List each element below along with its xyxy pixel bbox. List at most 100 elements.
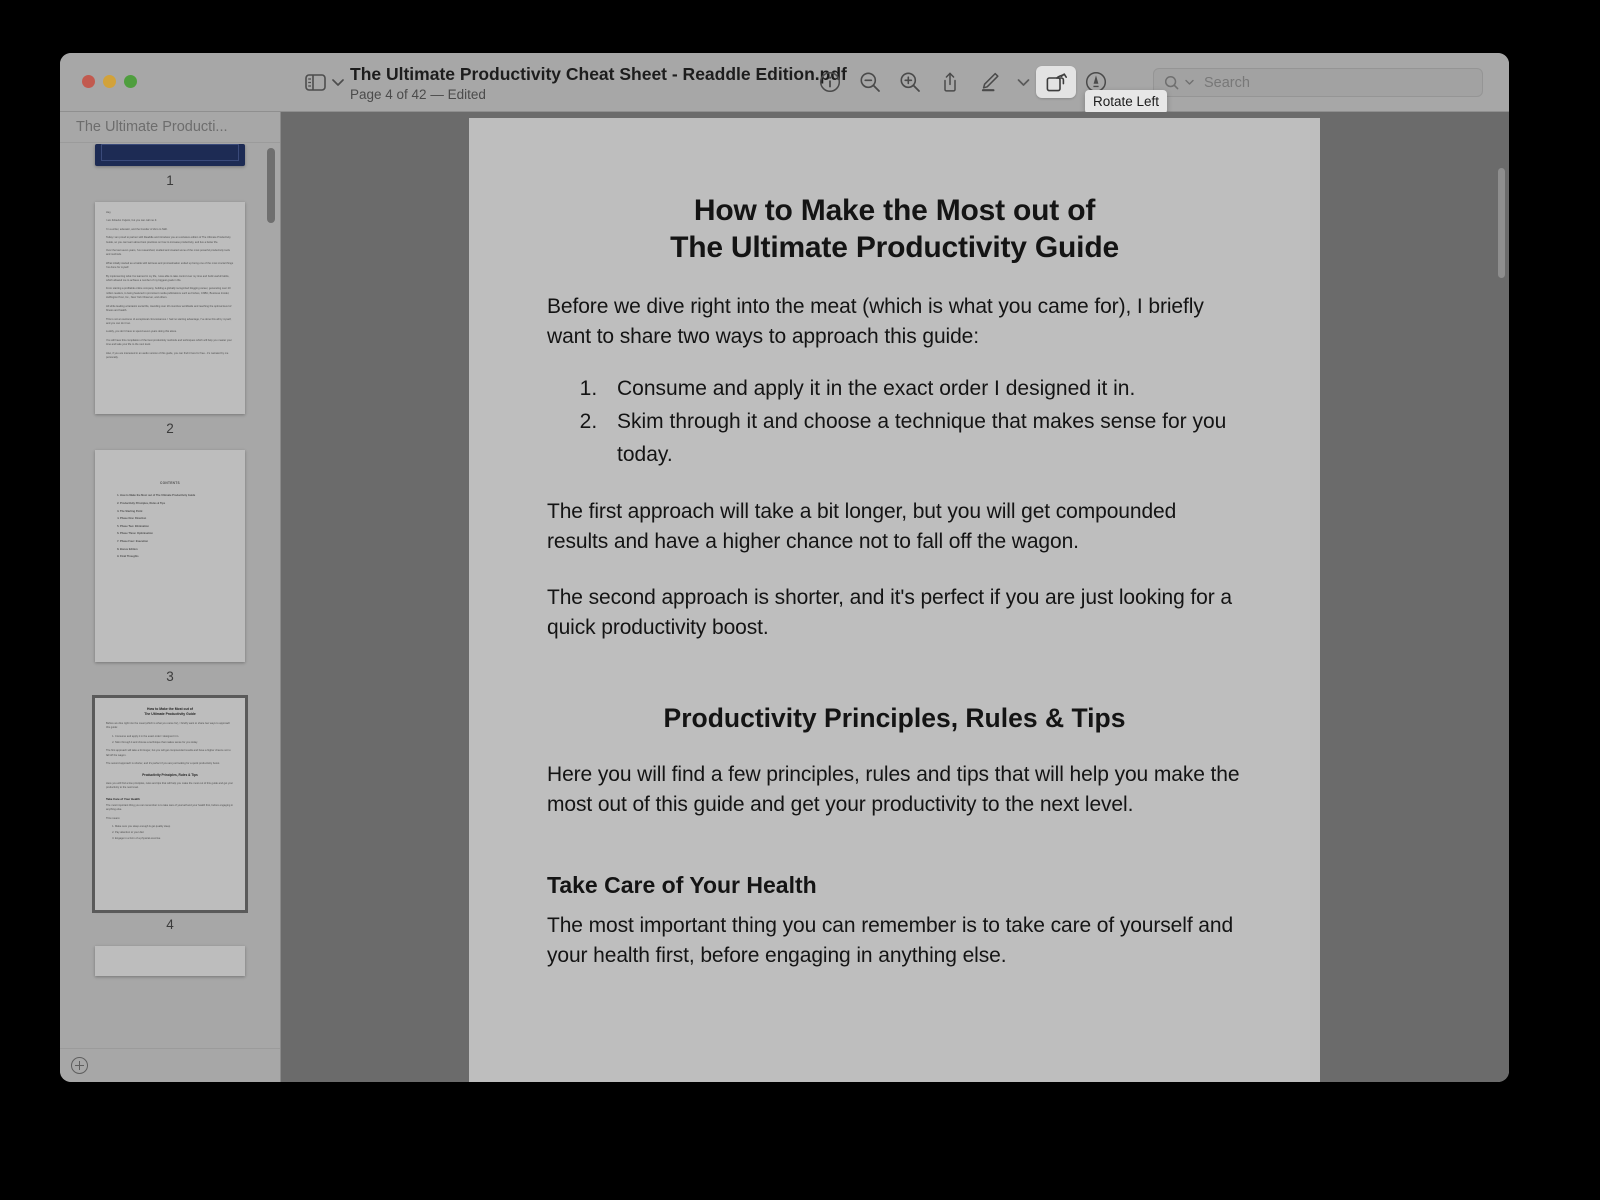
thumbnail-page-1[interactable]: 1: [60, 144, 280, 202]
preview-window: The Ultimate Productivity Cheat Sheet - …: [60, 53, 1509, 1082]
approach-item: Consume and apply it in the exact order …: [603, 372, 1242, 405]
thumbnail-image: [95, 144, 245, 166]
share-icon: [939, 71, 961, 93]
close-button[interactable]: [82, 75, 95, 88]
approach-list: Consume and apply it in the exact order …: [603, 372, 1242, 471]
share-button[interactable]: [930, 66, 970, 98]
tooltip: Rotate Left: [1085, 90, 1168, 114]
search-scope-chevron-icon[interactable]: [1185, 79, 1194, 86]
mini-letter-line: Also, if you are interested in an audio …: [106, 351, 229, 359]
search-input[interactable]: Search: [1153, 68, 1483, 97]
document-heading: How to Make the Most out of The Ultimate…: [547, 192, 1242, 266]
sidebar-scrollbar[interactable]: [267, 148, 275, 223]
minimize-button[interactable]: [103, 75, 116, 88]
mini-contents-item: Productivity Principles, Rules & Tips: [120, 502, 234, 506]
thumbnail-page-number: 4: [166, 917, 174, 932]
pdf-page: How to Make the Most out of The Ultimate…: [469, 118, 1320, 1082]
markup-button[interactable]: [970, 66, 1010, 98]
subsection-heading: Take Care of Your Health: [547, 872, 817, 898]
sidebar-scroll-area[interactable]: 1 Hey, I am Zdravko Cvijetic, but you can…: [60, 144, 280, 1048]
sidebar-toggle-button[interactable]: [305, 70, 344, 95]
mini-this-means-label: This means:: [106, 816, 121, 820]
page-status: Page 4 of 42 — Edited: [350, 87, 486, 102]
thumbnail-sidebar: The Ultimate Producti... 1 Hey, I am Zdra…: [60, 112, 281, 1082]
mini-sub-heading: Take Care of Your Health: [106, 796, 140, 801]
thumbnail-page-number: 2: [166, 421, 174, 436]
mini-means-item: Engage in a form of a physical exercise: [115, 837, 234, 841]
mini-contents-item: Bonus Edition: [120, 548, 234, 552]
thumbnail-page-number: 1: [166, 173, 174, 188]
chevron-down-icon: [332, 78, 344, 87]
mini-contents-title: CONTENTS: [160, 481, 180, 485]
add-page-button[interactable]: [71, 1057, 88, 1074]
zoom-out-button[interactable]: [850, 66, 890, 98]
paragraph-second-approach: The second approach is shorter, and it's…: [547, 586, 1232, 639]
mini-contents-item: Phase Two: Elimination: [120, 525, 234, 529]
zoom-in-button[interactable]: [890, 66, 930, 98]
mini-letter-line: All while leading a fantastic social lif…: [106, 304, 232, 313]
info-icon: [819, 71, 841, 93]
document-canvas[interactable]: How to Make the Most out of The Ultimate…: [281, 112, 1509, 1082]
document-title-block: The Ultimate Productivity Cheat Sheet - …: [350, 63, 847, 104]
thumbnail-page-3[interactable]: CONTENTS How to Make the Most out of The…: [60, 450, 280, 698]
zoom-button[interactable]: [124, 75, 137, 88]
section-intro-paragraph: Here you will find a few principles, rul…: [547, 763, 1240, 816]
screen: The Ultimate Productivity Cheat Sheet - …: [0, 0, 1600, 1200]
info-button[interactable]: [810, 66, 850, 98]
mini-letter-line: By implementing what I've learned in my …: [106, 274, 230, 283]
mini-approach-item: Skim through it and choose a technique t…: [115, 741, 234, 745]
thumbnail-image: Hey, I am Zdravko Cvijetic, but you can c…: [95, 202, 245, 414]
mini-contents-item: The Starting Point: [120, 510, 234, 514]
thumbnail-image: [95, 946, 245, 976]
mini-approach-item: Consume and apply it in the exact order …: [115, 735, 234, 739]
document-scrollbar[interactable]: [1498, 168, 1505, 278]
mini-contents-item: How to Make the Most out of The Ultimate…: [120, 494, 234, 498]
mini-letter-line: I'm a writer, educator, and the founder …: [106, 227, 168, 231]
mini-section-heading: Productivity Principles, Rules & Tips: [142, 773, 198, 778]
mini-contents-item: Phase Four: Execution: [120, 540, 234, 544]
section-heading: Productivity Principles, Rules & Tips: [663, 703, 1126, 733]
rotate-left-button[interactable]: [1036, 66, 1076, 98]
mini-letter-line: Hey,: [106, 211, 112, 214]
zoom-out-icon: [859, 71, 881, 93]
mini-letter-line: Luckily, you don't have to spend seven y…: [106, 330, 177, 334]
window-titlebar: The Ultimate Productivity Cheat Sheet - …: [60, 53, 1509, 114]
mini-intro: Before we dive right into the meat (whic…: [106, 722, 231, 730]
mini-section-intro: Here you will find a few principles, rul…: [106, 781, 234, 790]
thumbnail-image: CONTENTS How to Make the Most out of The…: [95, 450, 245, 662]
mini-letter-line: Today I am proud to partner with Readdle…: [106, 236, 231, 244]
sidebar-header: The Ultimate Producti...: [60, 112, 280, 143]
search-icon: [1164, 75, 1181, 91]
markup-pen-icon: [978, 71, 1002, 93]
thumbnail-page-2[interactable]: Hey, I am Zdravko Cvijetic, but you can c…: [60, 202, 280, 450]
sidebar-footer: [60, 1048, 280, 1082]
thumbnail-page-5[interactable]: [60, 946, 280, 976]
thumbnail-page-number: 3: [166, 669, 174, 684]
markup-dropdown-button[interactable]: [1010, 66, 1036, 98]
paragraph-first-approach: The first approach will take a bit longe…: [547, 500, 1177, 553]
mini-means-item: Pay attention to your diet: [115, 831, 234, 835]
heading-line-2: The Ultimate Productivity Guide: [670, 231, 1119, 264]
mini-title-2: The Ultimate Productivity Guide: [144, 712, 196, 716]
mini-contents-item: Final Thoughts: [120, 555, 234, 559]
thumbnail-page-4[interactable]: How to Make the Most out of The Ultimate…: [60, 695, 280, 946]
mini-sub-para: The most important thing you can remembe…: [106, 803, 234, 812]
subsection-paragraph: The most important thing you can remembe…: [547, 914, 1234, 967]
mini-contents-item: Phase One: Direction: [120, 517, 234, 521]
toolbar-tools: [810, 66, 1116, 98]
search-placeholder: Search: [1204, 74, 1250, 91]
mini-letter-line: What initially started as a battle with …: [106, 261, 234, 270]
heading-line-1: How to Make the Most out of: [693, 194, 1096, 227]
mini-letter-line: I am Zdravko Cvijetic, but you can call …: [106, 219, 158, 223]
page-title: The Ultimate Productivity Cheat Sheet - …: [350, 64, 847, 84]
mini-means-item: Make sure you sleep enough & get quality…: [115, 825, 234, 829]
approach-item: Skim through it and choose a technique t…: [603, 405, 1242, 471]
mini-letter-line: Over the last seven years, I've research…: [106, 249, 230, 257]
mini-contents-item: Phase Three: Optimisation: [120, 532, 234, 536]
mini-letter-line: This is not an outcome of exceptional ci…: [106, 317, 232, 325]
rotate-left-icon: [1044, 71, 1068, 94]
thumbnail-image: How to Make the Most out of The Ultimate…: [92, 695, 248, 913]
sidebar-view-icon: [305, 74, 326, 91]
mini-letter-line: You will have this compilation of the be…: [106, 338, 232, 347]
traffic-lights: [82, 75, 137, 88]
